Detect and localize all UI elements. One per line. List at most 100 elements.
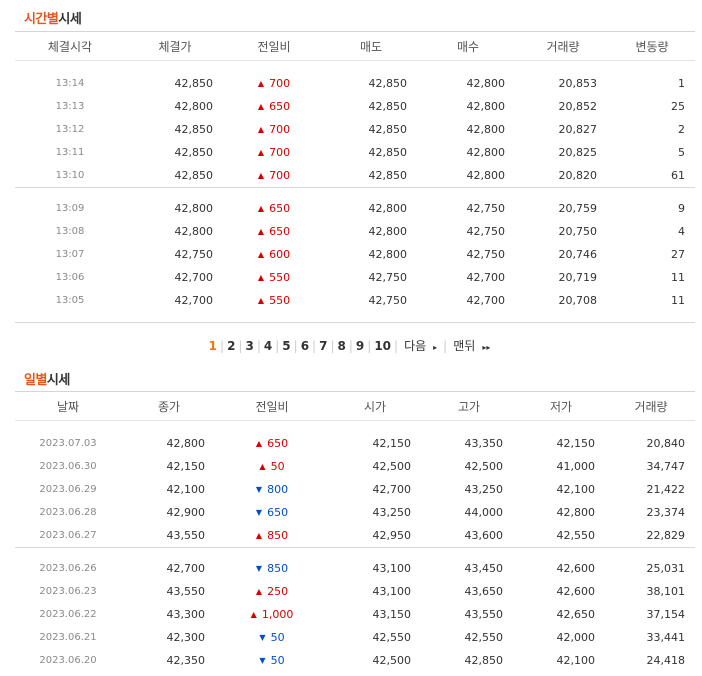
- change-value: 700: [269, 169, 291, 182]
- page-link-2[interactable]: 2: [227, 339, 235, 353]
- page-separator: |: [256, 339, 261, 353]
- volume-cell: 20,852: [558, 100, 598, 113]
- row-spacer: [15, 421, 695, 433]
- up-triangle-icon: ▲: [257, 296, 265, 305]
- change-cell: ▼ 850: [217, 557, 327, 580]
- close-cell: 42,700: [166, 562, 206, 575]
- bid-cell: 42,700: [466, 271, 506, 284]
- page-link-7[interactable]: 7: [319, 339, 327, 353]
- page-link-9[interactable]: 9: [356, 339, 364, 353]
- low-cell: 42,800: [556, 506, 596, 519]
- table-row: 13:08 42,800 ▲ 650 42,800 42,750 20,750 4: [15, 220, 695, 243]
- change-cell: ▲ 700: [225, 118, 323, 141]
- up-triangle-icon: ▲: [257, 79, 265, 88]
- time-cell: 13:11: [55, 147, 85, 158]
- volume-cell: 22,829: [646, 529, 686, 542]
- bid-cell: 42,700: [466, 294, 506, 307]
- date-cell: 2023.07.03: [39, 438, 97, 449]
- page-link-3[interactable]: 3: [245, 339, 253, 353]
- time-cell: 13:12: [55, 124, 85, 135]
- header-price: 체결가: [125, 31, 225, 61]
- volume-cell: 21,422: [646, 483, 686, 496]
- price-cell: 42,800: [174, 202, 214, 215]
- change-cell: ▲ 650: [217, 432, 327, 455]
- close-cell: 43,550: [166, 529, 206, 542]
- up-triangle-icon: ▲: [255, 587, 263, 596]
- up-triangle-icon: ▲: [257, 227, 265, 236]
- close-cell: 42,350: [166, 654, 206, 667]
- change-value: 50: [270, 460, 285, 473]
- low-cell: 42,150: [556, 437, 596, 450]
- open-cell: 42,500: [372, 654, 412, 667]
- date-cell: 2023.06.26: [39, 563, 97, 574]
- close-cell: 42,800: [166, 437, 206, 450]
- header-change: 전일비: [217, 391, 327, 421]
- time-quote-table: 체결시각 체결가 전일비 매도 매수 거래량 변동량 13:14 42,850 ▲ 7…: [15, 31, 695, 323]
- time-cell: 13:05: [55, 295, 85, 306]
- low-cell: 42,650: [556, 608, 596, 621]
- volume-cell: 20,853: [558, 77, 598, 90]
- change-value: 50: [270, 654, 285, 667]
- header-date: 날짜: [15, 391, 121, 421]
- page-separator: |: [312, 339, 317, 353]
- bid-cell: 42,750: [466, 202, 506, 215]
- open-cell: 42,550: [372, 631, 412, 644]
- volume-cell: 37,154: [646, 608, 686, 621]
- date-cell: 2023.06.28: [39, 507, 97, 518]
- table-row: 13:14 42,850 ▲ 700 42,850 42,800 20,853 1: [15, 72, 695, 95]
- next-label: 다음: [404, 339, 427, 353]
- table-row: 13:06 42,700 ▲ 550 42,750 42,700 20,719 11: [15, 266, 695, 289]
- low-cell: 42,100: [556, 483, 596, 496]
- low-cell: 42,550: [556, 529, 596, 542]
- page-separator: |: [275, 339, 280, 353]
- change-value: 550: [269, 294, 291, 307]
- table-row: 2023.06.30 42,150 ▲ 50 42,500 42,500 41,000 34,…: [15, 455, 695, 478]
- change-cell: ▲ 1,000: [217, 603, 327, 626]
- bid-cell: 42,750: [466, 225, 506, 238]
- page-link-5[interactable]: 5: [282, 339, 290, 353]
- spacer-cell: [15, 548, 695, 557]
- bid-cell: 42,750: [466, 248, 506, 261]
- change-cell: ▼ 650: [217, 501, 327, 524]
- last-page-button[interactable]: 맨뒤 ▸▸: [448, 337, 495, 354]
- high-cell: 43,550: [464, 608, 504, 621]
- change-cell: ▼ 800: [217, 478, 327, 501]
- bid-cell: 42,800: [466, 77, 506, 90]
- volume-cell: 24,418: [646, 654, 686, 667]
- change-value: 700: [269, 146, 291, 159]
- page-link-8[interactable]: 8: [338, 339, 346, 353]
- header-ask: 매도: [323, 31, 419, 61]
- price-cell: 42,850: [174, 169, 214, 182]
- page-separator: |: [220, 339, 225, 353]
- high-cell: 42,850: [464, 654, 504, 667]
- high-cell: 42,550: [464, 631, 504, 644]
- page-separator: |: [367, 339, 372, 353]
- volume-cell: 33,441: [646, 631, 686, 644]
- page-link-6[interactable]: 6: [301, 339, 309, 353]
- delta-cell: 61: [671, 169, 685, 182]
- table-row: 13:05 42,700 ▲ 550 42,750 42,700 20,708 11: [15, 289, 695, 312]
- header-bid: 매수: [419, 31, 517, 61]
- price-cell: 42,850: [174, 146, 214, 159]
- volume-cell: 20,719: [558, 271, 598, 284]
- price-cell: 42,700: [174, 271, 214, 284]
- delta-cell: 4: [678, 225, 685, 238]
- header-time: 체결시각: [15, 31, 125, 61]
- up-triangle-icon: ▲: [250, 610, 257, 619]
- page-link-4[interactable]: 4: [264, 339, 272, 353]
- date-cell: 2023.06.20: [39, 655, 97, 666]
- bid-cell: 42,800: [466, 146, 506, 159]
- time-cell: 13:07: [55, 249, 85, 260]
- header-volume: 거래량: [607, 391, 695, 421]
- header-volume: 거래량: [517, 31, 609, 61]
- volume-cell: 20,746: [558, 248, 598, 261]
- last-label: 맨뒤: [453, 339, 476, 353]
- up-triangle-icon: ▲: [257, 148, 265, 157]
- up-triangle-icon: ▲: [255, 439, 263, 448]
- up-triangle-icon: ▲: [257, 204, 265, 213]
- page-link-1[interactable]: 1: [209, 339, 217, 353]
- next-page-button[interactable]: 다음 ▸: [399, 337, 442, 354]
- page-link-10[interactable]: 10: [374, 339, 391, 353]
- close-cell: 42,900: [166, 506, 206, 519]
- header-change: 전일비: [225, 31, 323, 61]
